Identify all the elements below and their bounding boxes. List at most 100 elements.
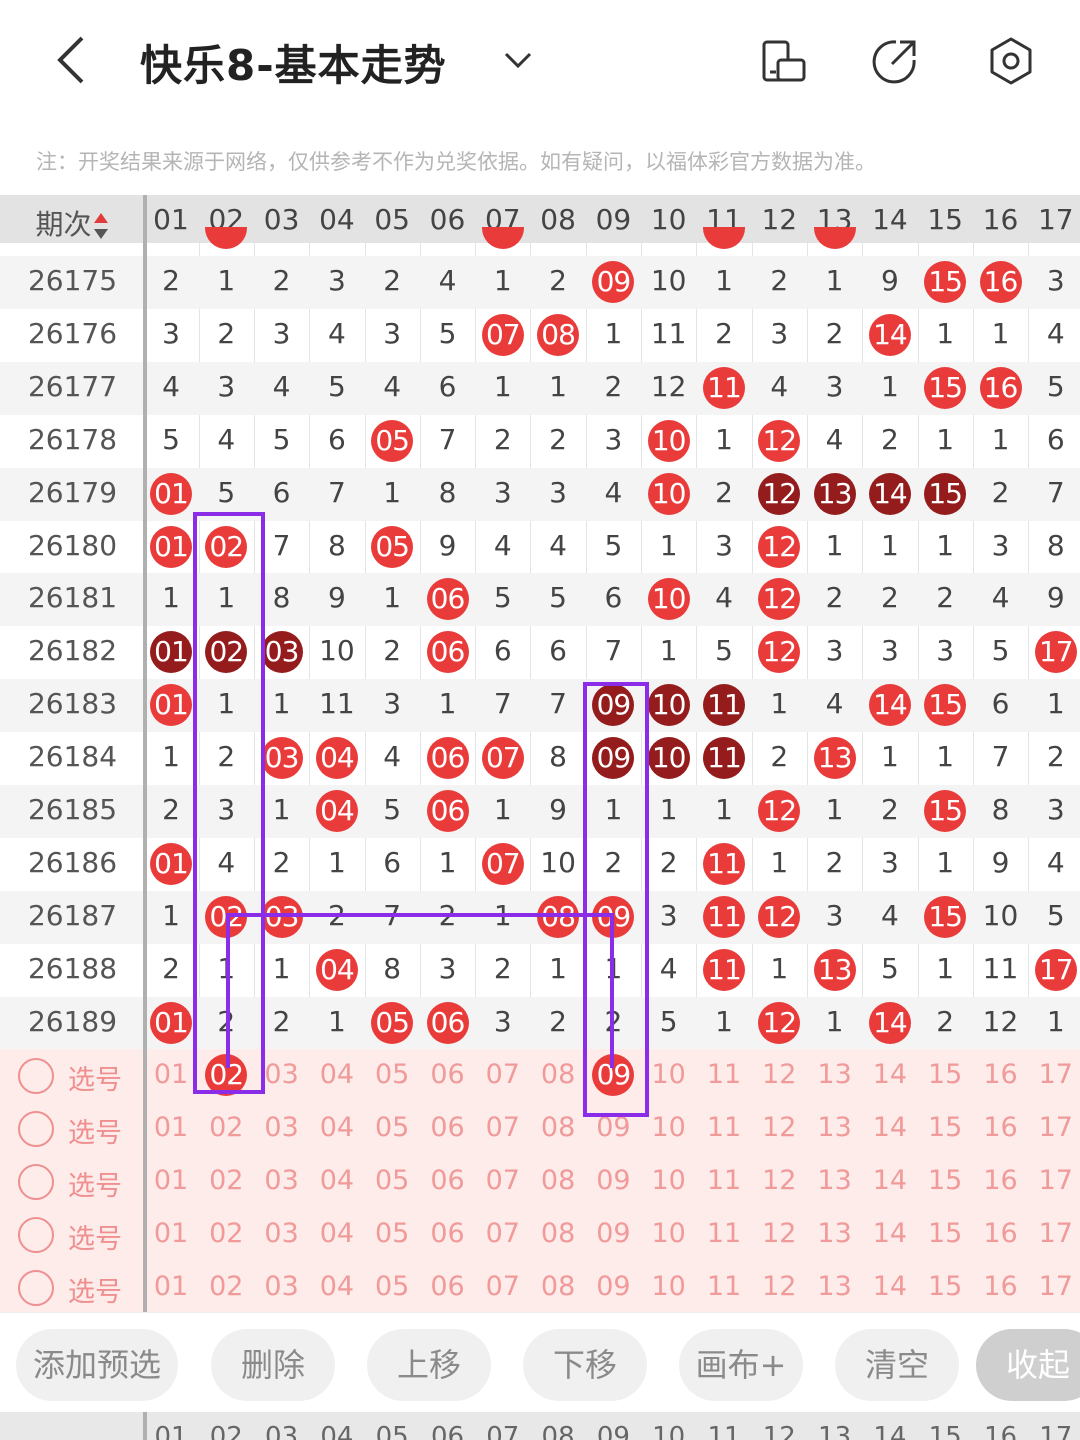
selectable-number[interactable]: 04 <box>310 1165 364 1196</box>
selectable-number[interactable]: 06 <box>421 1218 475 1249</box>
selectable-number[interactable]: 12 <box>752 1165 806 1196</box>
radio-circle-icon[interactable] <box>18 1163 54 1200</box>
selectable-number[interactable]: 15 <box>918 1165 972 1196</box>
selectable-number[interactable]: 01 <box>144 1165 198 1196</box>
selectable-number[interactable]: 13 <box>808 1165 862 1196</box>
selectable-number[interactable]: 09 <box>586 1165 640 1196</box>
selectable-number[interactable]: 06 <box>421 1059 475 1090</box>
selected-number-ball[interactable]: 02 <box>205 1054 248 1096</box>
selectable-number[interactable]: 07 <box>476 1271 530 1302</box>
selectable-number[interactable]: 07 <box>476 1165 530 1196</box>
selectable-number[interactable]: 14 <box>863 1165 917 1196</box>
selectable-number[interactable]: 01 <box>144 1112 198 1143</box>
radio-circle-icon[interactable] <box>18 1110 54 1147</box>
selectable-number[interactable]: 10 <box>642 1059 696 1090</box>
selectable-number[interactable]: 12 <box>752 1271 806 1302</box>
selectable-number[interactable]: 17 <box>1029 1218 1080 1249</box>
selectable-number[interactable]: 16 <box>974 1271 1028 1302</box>
selectable-number[interactable]: 11 <box>697 1059 751 1090</box>
selectable-number[interactable]: 04 <box>310 1059 364 1090</box>
selectable-number[interactable]: 10 <box>642 1218 696 1249</box>
add-preselect-button[interactable]: 添加预选 <box>16 1329 178 1401</box>
move-up-button[interactable]: 上移 <box>367 1329 491 1401</box>
selectable-number[interactable]: 08 <box>531 1112 585 1143</box>
selectable-number[interactable]: 09 <box>586 1271 640 1302</box>
selectable-number[interactable]: 02 <box>199 1165 253 1196</box>
selectable-number[interactable]: 02 <box>199 1218 253 1249</box>
selectable-number[interactable]: 07 <box>476 1112 530 1143</box>
settings-icon[interactable] <box>986 36 1036 86</box>
selectable-number[interactable]: 13 <box>808 1112 862 1143</box>
selectable-number[interactable]: 02 <box>199 1271 253 1302</box>
selectable-number[interactable]: 15 <box>918 1059 972 1090</box>
selectable-number[interactable]: 13 <box>808 1059 862 1090</box>
selectable-number[interactable]: 14 <box>863 1218 917 1249</box>
selectable-number[interactable]: 16 <box>974 1059 1028 1090</box>
selectable-number[interactable]: 04 <box>310 1271 364 1302</box>
selectable-number[interactable]: 01 <box>144 1059 198 1090</box>
sort-updown-icon[interactable] <box>92 211 110 241</box>
selectable-number[interactable]: 11 <box>697 1271 751 1302</box>
selectable-number[interactable]: 04 <box>310 1218 364 1249</box>
selectable-number[interactable]: 17 <box>1029 1165 1080 1196</box>
selectable-number[interactable]: 11 <box>697 1218 751 1249</box>
selectable-number[interactable]: 05 <box>365 1218 419 1249</box>
clear-button[interactable]: 清空 <box>835 1329 959 1401</box>
selected-number-ball[interactable]: 09 <box>592 1054 635 1096</box>
selectable-number[interactable]: 14 <box>863 1271 917 1302</box>
selectable-number[interactable]: 12 <box>752 1059 806 1090</box>
selectable-number[interactable]: 09 <box>586 1218 640 1249</box>
radio-circle-icon[interactable] <box>18 1216 54 1253</box>
selectable-number[interactable]: 14 <box>863 1112 917 1143</box>
selectable-number[interactable]: 05 <box>365 1112 419 1143</box>
selectable-number[interactable]: 06 <box>421 1165 475 1196</box>
selectable-number[interactable]: 06 <box>421 1112 475 1143</box>
selectable-number[interactable]: 03 <box>255 1271 309 1302</box>
canvas-add-button[interactable]: 画布+ <box>679 1329 803 1401</box>
selectable-number[interactable]: 17 <box>1029 1059 1080 1090</box>
delete-button[interactable]: 删除 <box>211 1329 335 1401</box>
selectable-number[interactable]: 10 <box>642 1112 696 1143</box>
selectable-number[interactable]: 14 <box>863 1059 917 1090</box>
selectable-number[interactable]: 03 <box>255 1059 309 1090</box>
selectable-number[interactable]: 11 <box>697 1165 751 1196</box>
selectable-number[interactable]: 04 <box>310 1112 364 1143</box>
back-icon[interactable] <box>48 30 98 90</box>
selectable-number[interactable]: 15 <box>918 1271 972 1302</box>
selectable-number[interactable]: 07 <box>476 1218 530 1249</box>
selectable-number[interactable]: 16 <box>974 1165 1028 1196</box>
selectable-number[interactable]: 09 <box>586 1112 640 1143</box>
share-icon[interactable] <box>870 36 920 86</box>
selectable-number[interactable]: 03 <box>255 1165 309 1196</box>
selectable-number[interactable]: 07 <box>476 1059 530 1090</box>
selectable-number[interactable]: 13 <box>808 1218 862 1249</box>
phone-rotate-icon[interactable] <box>760 36 810 86</box>
selectable-number[interactable]: 03 <box>255 1218 309 1249</box>
chevron-down-icon[interactable] <box>500 42 536 78</box>
selectable-number[interactable]: 05 <box>365 1059 419 1090</box>
selectable-number[interactable]: 12 <box>752 1112 806 1143</box>
selectable-number[interactable]: 08 <box>531 1218 585 1249</box>
move-down-button[interactable]: 下移 <box>523 1329 647 1401</box>
selectable-number[interactable]: 05 <box>365 1271 419 1302</box>
selectable-number[interactable]: 13 <box>808 1271 862 1302</box>
selectable-number[interactable]: 15 <box>918 1218 972 1249</box>
selectable-number[interactable]: 15 <box>918 1112 972 1143</box>
selectable-number[interactable]: 17 <box>1029 1271 1080 1302</box>
selectable-number[interactable]: 11 <box>697 1112 751 1143</box>
selectable-number[interactable]: 02 <box>199 1112 253 1143</box>
selectable-number[interactable]: 03 <box>255 1112 309 1143</box>
selectable-number[interactable]: 01 <box>144 1218 198 1249</box>
selectable-number[interactable]: 10 <box>642 1165 696 1196</box>
radio-circle-icon[interactable] <box>18 1269 54 1306</box>
selectable-number[interactable]: 12 <box>752 1218 806 1249</box>
selectable-number[interactable]: 17 <box>1029 1112 1080 1143</box>
period-header[interactable]: 期次 <box>0 203 145 243</box>
selectable-number[interactable]: 16 <box>974 1218 1028 1249</box>
collapse-button[interactable]: 收起 <box>976 1329 1080 1401</box>
selectable-number[interactable]: 08 <box>531 1165 585 1196</box>
radio-circle-icon[interactable] <box>18 1058 54 1094</box>
selectable-number[interactable]: 08 <box>531 1271 585 1302</box>
selectable-number[interactable]: 06 <box>421 1271 475 1302</box>
selectable-number[interactable]: 10 <box>642 1271 696 1302</box>
